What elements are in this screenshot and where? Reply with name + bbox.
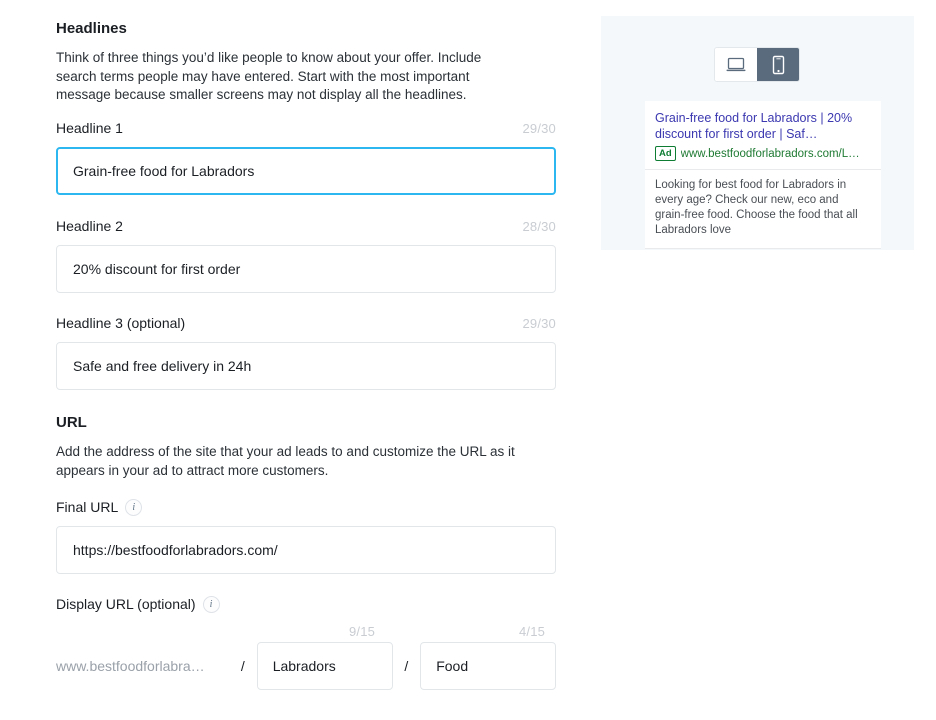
display-url-path1-input[interactable]: Labradors bbox=[256, 642, 393, 690]
ad-preview-description: Looking for best food for Labradors in e… bbox=[655, 179, 858, 236]
headline-2-value: 20% discount for first order bbox=[73, 261, 241, 277]
url-section: URL Add the address of the site that you… bbox=[56, 413, 554, 480]
headline-1-input[interactable]: Grain-free food for Labradors bbox=[56, 147, 556, 195]
headline-3-label: Headline 3 (optional) bbox=[56, 315, 186, 331]
headline-1-counter: 29/30 bbox=[522, 121, 556, 136]
display-url-row: www.bestfoodforlabra… / Labradors / Food bbox=[56, 642, 557, 690]
final-url-label-row: Final URL i bbox=[56, 498, 556, 517]
headline-3-label-row: Headline 3 (optional) 29/30 bbox=[56, 314, 556, 333]
display-url-label: Display URL (optional) bbox=[56, 596, 196, 612]
headline-3-value: Safe and free delivery in 24h bbox=[73, 358, 252, 374]
display-url-label-row: Display URL (optional) i bbox=[56, 595, 556, 614]
headlines-section-title: Headlines bbox=[56, 20, 127, 37]
ad-preview-card: Grain-free food for Labradors | 20% disc… bbox=[645, 101, 881, 249]
ad-preview-url-row: Ad www.bestfoodforlabradors.com/L… bbox=[655, 146, 871, 161]
headline-2-input[interactable]: 20% discount for first order bbox=[56, 245, 556, 293]
headline-2-group: Headline 2 28/30 20% discount for first … bbox=[56, 217, 556, 293]
headline-3-group: Headline 3 (optional) 29/30 Safe and fre… bbox=[56, 314, 556, 390]
ad-preview-bottom-divider bbox=[645, 248, 881, 249]
display-url-group: Display URL (optional) i 9/15 4/15 www.b… bbox=[56, 595, 557, 690]
display-url-separator-1: / bbox=[240, 658, 245, 674]
preview-desktop-button[interactable] bbox=[715, 48, 757, 81]
final-url-input[interactable]: https://bestfoodforlabradors.com/ bbox=[56, 526, 556, 574]
display-url-path2-input[interactable]: Food bbox=[420, 642, 557, 690]
desktop-monitor-icon bbox=[726, 57, 746, 71]
device-preview-toggle bbox=[714, 47, 800, 82]
display-url-path2-value: Food bbox=[436, 658, 469, 674]
final-url-label: Final URL bbox=[56, 499, 119, 515]
ad-preview-title[interactable]: Grain-free food for Labradors | 20% disc… bbox=[655, 110, 871, 142]
display-url-path1-value: Labradors bbox=[272, 658, 336, 674]
headlines-section-description: Think of three things you’d like people … bbox=[56, 50, 482, 102]
headline-1-value: Grain-free food for Labradors bbox=[73, 163, 255, 179]
ad-badge: Ad bbox=[655, 146, 676, 161]
headline-2-label-row: Headline 2 28/30 bbox=[56, 217, 556, 236]
headline-2-label: Headline 2 bbox=[56, 218, 123, 234]
url-section-title: URL bbox=[56, 414, 87, 431]
ad-preview-url: www.bestfoodforlabradors.com/L… bbox=[680, 147, 860, 160]
final-url-group: Final URL i https://bestfoodforlabradors… bbox=[56, 498, 556, 574]
ad-editor-page: Headlines Think of three things you’d li… bbox=[0, 0, 936, 720]
info-icon[interactable]: i bbox=[125, 499, 143, 516]
headline-3-counter: 29/30 bbox=[522, 316, 556, 331]
headline-1-group: Headline 1 29/30 Grain-free food for Lab… bbox=[56, 119, 556, 195]
display-url-separator-2: / bbox=[404, 658, 409, 674]
ad-preview-panel: Grain-free food for Labradors | 20% disc… bbox=[601, 16, 914, 250]
display-url-path1-counter: 9/15 bbox=[349, 624, 376, 639]
headlines-section: Headlines Think of three things you’d li… bbox=[56, 19, 521, 105]
display-url-path2-counter: 4/15 bbox=[519, 624, 546, 639]
display-url-domain-prefix: www.bestfoodforlabra… bbox=[56, 658, 205, 674]
headline-1-label-row: Headline 1 29/30 bbox=[56, 119, 556, 138]
preview-mobile-button[interactable] bbox=[757, 48, 799, 81]
url-section-description: Add the address of the site that your ad… bbox=[56, 444, 515, 478]
headline-1-label: Headline 1 bbox=[56, 120, 123, 136]
mobile-phone-icon bbox=[772, 55, 784, 74]
final-url-value: https://bestfoodforlabradors.com/ bbox=[73, 542, 278, 558]
display-url-counters: 9/15 4/15 bbox=[56, 622, 556, 642]
headline-3-input[interactable]: Safe and free delivery in 24h bbox=[56, 342, 556, 390]
headline-2-counter: 28/30 bbox=[522, 219, 556, 234]
info-icon[interactable]: i bbox=[202, 596, 220, 613]
ad-preview-header: Grain-free food for Labradors | 20% disc… bbox=[645, 101, 881, 169]
